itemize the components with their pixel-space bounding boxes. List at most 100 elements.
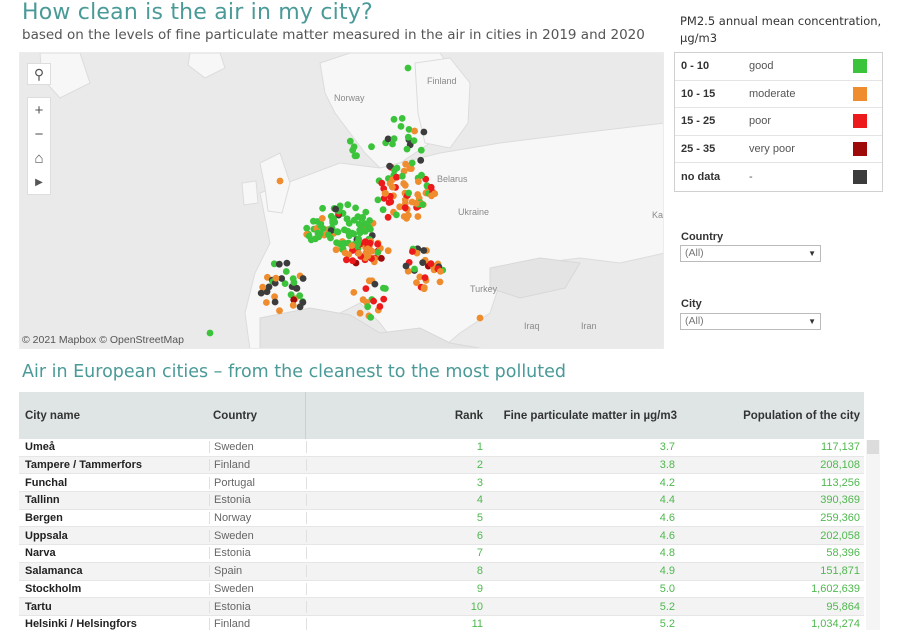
city-marker[interactable]: [343, 256, 350, 264]
home-icon[interactable]: ⌂: [28, 146, 50, 170]
city-marker[interactable]: [393, 211, 400, 219]
city-marker[interactable]: [431, 190, 439, 198]
city-marker[interactable]: [404, 211, 412, 219]
city-marker[interactable]: [412, 199, 420, 207]
city-marker[interactable]: [368, 143, 375, 151]
city-marker[interactable]: [362, 285, 370, 292]
city-marker[interactable]: [344, 201, 352, 209]
city-marker[interactable]: [390, 115, 398, 123]
city-marker[interactable]: [405, 189, 412, 197]
city-marker[interactable]: [341, 249, 349, 257]
table-row[interactable]: Uppsala Sweden 6 4.6 202,058: [19, 527, 864, 546]
city-marker[interactable]: [272, 274, 280, 282]
city-marker[interactable]: [367, 314, 375, 321]
city-marker[interactable]: [289, 301, 297, 309]
city-marker[interactable]: [427, 183, 435, 191]
table-row[interactable]: Tallinn Estonia 4 4.4 390,369: [19, 492, 864, 510]
city-marker[interactable]: [303, 224, 311, 232]
city-marker[interactable]: [404, 64, 412, 72]
city-marker[interactable]: [333, 228, 341, 236]
city-marker[interactable]: [397, 123, 405, 130]
table-row[interactable]: Narva Estonia 7 4.8 58,396: [19, 545, 864, 563]
city-marker[interactable]: [386, 162, 393, 170]
city-marker[interactable]: [415, 178, 422, 185]
city-marker[interactable]: [437, 268, 444, 275]
play-icon[interactable]: ▶: [28, 170, 50, 194]
city-marker[interactable]: [278, 275, 286, 282]
city-marker[interactable]: [356, 309, 364, 317]
city-marker[interactable]: [380, 284, 387, 292]
city-marker[interactable]: [282, 268, 290, 275]
city-marker[interactable]: [401, 181, 409, 189]
header-pm[interactable]: Fine particulate matter in µg/m3: [491, 410, 677, 422]
city-marker[interactable]: [380, 295, 388, 303]
city-marker[interactable]: [364, 303, 372, 311]
europe-map[interactable]: ⚲ + − ⌂ ▶ Finland Norway Belarus Ukraine…: [19, 52, 664, 349]
city-marker[interactable]: [401, 204, 409, 212]
city-marker[interactable]: [299, 275, 307, 282]
city-marker[interactable]: [361, 227, 369, 235]
table-row[interactable]: Tartu Estonia 10 5.2 95,864: [19, 598, 864, 616]
city-marker[interactable]: [414, 213, 422, 220]
city-marker[interactable]: [319, 204, 326, 212]
legend-item-no-data[interactable]: no data -: [675, 163, 882, 191]
header-rank[interactable]: Rank: [306, 410, 491, 422]
city-marker[interactable]: [390, 135, 398, 143]
city-marker[interactable]: [348, 242, 356, 250]
city-marker[interactable]: [206, 329, 214, 337]
city-marker[interactable]: [418, 171, 425, 179]
city-marker[interactable]: [403, 145, 411, 153]
city-marker[interactable]: [410, 137, 418, 144]
city-marker[interactable]: [417, 156, 425, 164]
city-marker[interactable]: [378, 179, 386, 187]
city-marker[interactable]: [417, 146, 425, 154]
city-marker[interactable]: [421, 274, 429, 281]
zoom-in-icon[interactable]: +: [28, 98, 50, 122]
table-row[interactable]: Funchal Portugal 3 4.2 113,256: [19, 474, 864, 493]
map-attribution[interactable]: © 2021 Mapbox © OpenStreetMap: [22, 334, 184, 346]
city-marker[interactable]: [290, 279, 298, 286]
city-marker[interactable]: [349, 257, 356, 265]
city-marker[interactable]: [379, 206, 387, 214]
city-marker[interactable]: [296, 292, 304, 299]
city-marker[interactable]: [332, 205, 339, 213]
table-row[interactable]: Stockholm Sweden 9 5.0 1,602,639: [19, 580, 864, 599]
city-marker[interactable]: [384, 135, 392, 143]
city-marker[interactable]: [340, 240, 348, 247]
city-marker[interactable]: [359, 296, 367, 304]
scrollbar-thumb[interactable]: [867, 440, 879, 454]
city-marker[interactable]: [346, 137, 354, 145]
city-marker[interactable]: [318, 215, 326, 222]
city-marker[interactable]: [350, 289, 358, 296]
city-marker[interactable]: [420, 128, 428, 136]
country-select[interactable]: (All) ▼: [680, 245, 821, 262]
city-marker[interactable]: [374, 240, 381, 248]
city-marker[interactable]: [333, 239, 340, 247]
city-marker[interactable]: [378, 255, 385, 262]
city-marker[interactable]: [419, 201, 426, 209]
city-marker[interactable]: [354, 238, 362, 246]
city-marker[interactable]: [310, 217, 317, 225]
legend-item-poor[interactable]: 15 - 25 poor: [675, 108, 882, 136]
city-marker[interactable]: [398, 115, 406, 122]
city-marker[interactable]: [259, 283, 267, 291]
city-marker[interactable]: [370, 297, 377, 305]
header-country[interactable]: Country: [209, 392, 306, 439]
city-marker[interactable]: [276, 177, 284, 185]
city-marker[interactable]: [315, 233, 323, 241]
search-icon[interactable]: ⚲: [27, 63, 51, 85]
city-marker[interactable]: [398, 172, 406, 180]
city-marker[interactable]: [351, 152, 359, 160]
city-marker[interactable]: [419, 259, 427, 266]
city-marker[interactable]: [411, 265, 418, 273]
city-marker[interactable]: [299, 299, 307, 306]
table-row[interactable]: Helsinki / Helsingfors Finland 11 5.2 1,034,…: [19, 615, 864, 630]
city-marker[interactable]: [411, 127, 418, 135]
table-row[interactable]: Tampere / Tammerfors Finland 2 3.8 208,108: [19, 456, 864, 475]
city-marker[interactable]: [345, 219, 353, 227]
city-marker[interactable]: [332, 246, 340, 254]
city-marker[interactable]: [257, 289, 265, 297]
header-population[interactable]: Population of the city: [677, 410, 864, 422]
city-marker[interactable]: [327, 234, 334, 242]
city-marker[interactable]: [384, 247, 392, 255]
